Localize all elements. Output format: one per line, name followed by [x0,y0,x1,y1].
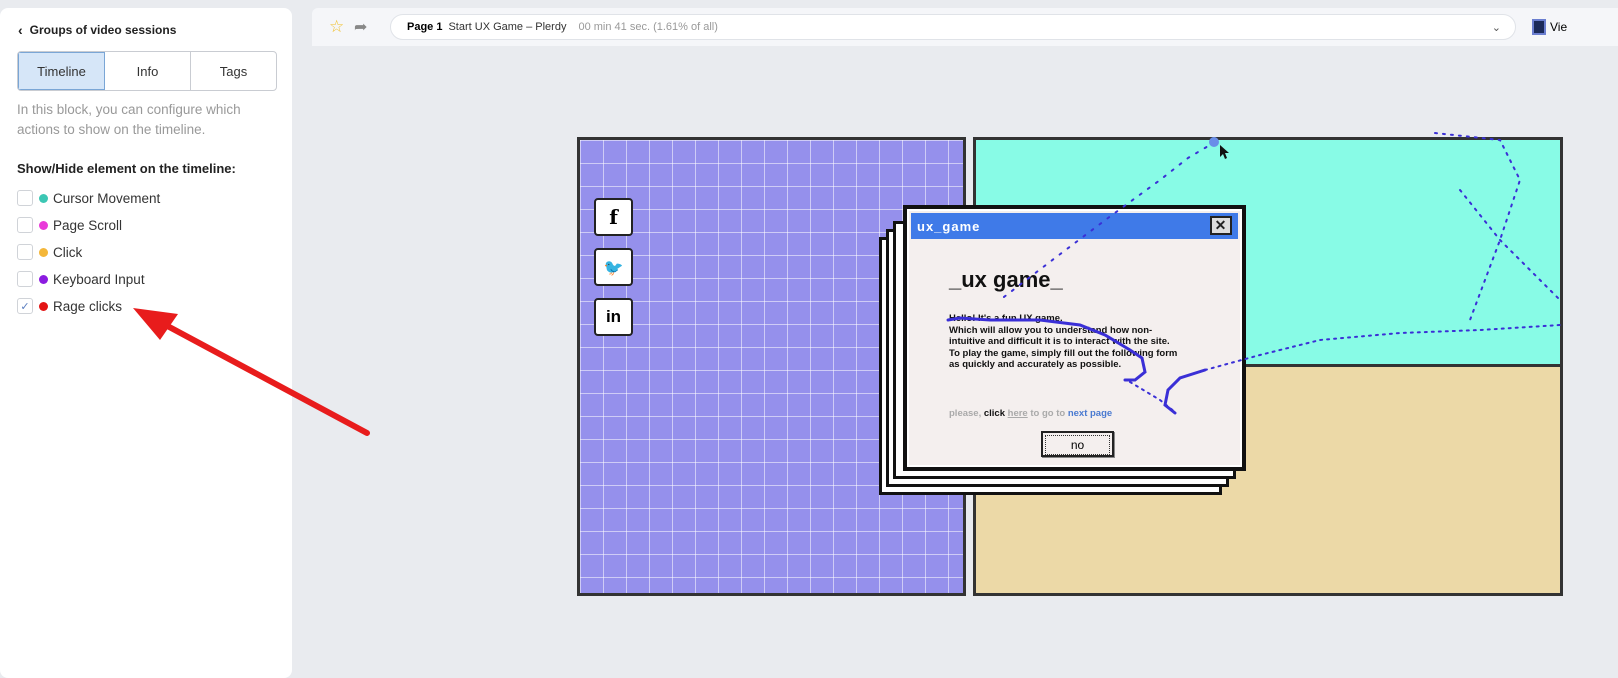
next-page-link[interactable]: next page [1068,408,1112,419]
color-dot [39,193,48,203]
timeline-option[interactable]: Page Scroll [17,217,122,233]
ux-game-dialog: ux_game ✕ _ux game_ Hello! It's a fun UX… [903,205,1246,471]
option-label: Page Scroll [53,217,123,233]
section-title: Show/Hide element on the timeline: [17,161,236,176]
chevron-down-icon: ⌄ [1491,21,1501,34]
checkbox[interactable] [17,244,33,260]
page-selector[interactable]: Page 1 Start UX Game – Plerdy 00 min 41 … [390,14,1516,40]
share-icon[interactable]: ➦ [354,17,367,37]
timeline-option[interactable]: Cursor Movement [17,190,160,206]
star-icon[interactable]: ☆ [329,17,344,37]
checkbox[interactable] [17,190,33,206]
dialog-heading: _ux game_ [949,267,1063,292]
color-dot [39,247,48,257]
color-dot [39,220,48,230]
option-label: Keyboard Input [53,271,145,287]
app-icon [1532,19,1546,35]
tab-bar: Timeline Info Tags [17,51,277,91]
timeline-option[interactable]: ✓ Rage clicks [17,298,122,314]
view-button[interactable]: Vie [1532,19,1567,35]
color-dot [39,274,48,284]
chevron-left-icon: ‹ [18,22,23,38]
option-label: Cursor Movement [53,190,161,206]
description: In this block, you can configure which a… [17,102,241,137]
timeline-option[interactable]: Click [17,244,82,260]
timeline-option[interactable]: Keyboard Input [17,271,145,287]
no-button[interactable]: no [1041,431,1114,457]
dialog-title: ux_game ✕ [911,213,1238,239]
toolbar: ☆ ➦ Page 1 Start UX Game – Plerdy 00 min… [312,8,1618,46]
option-label: Rage clicks [53,298,123,314]
checkbox[interactable]: ✓ [17,298,33,314]
linkedin-icon[interactable]: in [594,298,633,336]
checkbox[interactable] [17,271,33,287]
dialog-body: Hello! It's a fun UX game. Which will al… [949,313,1178,370]
here-link[interactable]: here [1008,408,1028,419]
option-label: Click [53,244,83,260]
color-dot [39,301,48,311]
sidebar: ‹ Groups of video sessions Timeline Info … [0,8,292,678]
back-link[interactable]: ‹ Groups of video sessions [18,22,176,38]
facebook-icon[interactable]: f [594,198,633,236]
tab-tags[interactable]: Tags [191,52,276,90]
tab-timeline[interactable]: Timeline [18,52,105,90]
tab-info[interactable]: Info [105,52,191,90]
close-icon[interactable]: ✕ [1210,216,1232,235]
checkbox[interactable] [17,217,33,233]
next-page-text: please, click here to go to next page [949,408,1113,419]
twitter-icon[interactable]: 🐦 [594,248,633,286]
